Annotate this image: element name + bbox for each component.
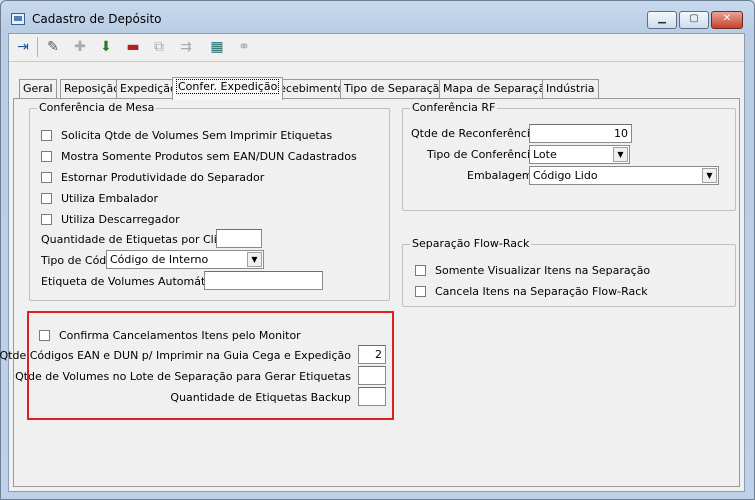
tab-panel: Conferência de Mesa Solicita Qtde de Vol… [13,98,740,487]
window-title: Cadastro de Depósito [32,12,162,26]
edit-icon[interactable]: ✎ [42,36,64,58]
title-bar[interactable]: Cadastro de Depósito ▁ ▢ ✕ [1,1,754,35]
tipo-conferencia-select[interactable]: Lote ▼ [529,145,630,164]
etiqueta-volumes-label: Etiqueta de Volumes Automáticos [41,275,227,288]
close-button[interactable]: ✕ [711,11,743,29]
toolbar: ⇥ ✎ ✚ ⬇ ▬ ⧉ ⇉ ▦ ⚭ [9,34,744,62]
save-icon[interactable]: ⬇ [95,36,117,58]
conferencia-rf-title: Conferência RF [410,101,498,114]
qtde-reconferencia-label: Qtde de Reconferência [411,127,537,140]
tab-geral[interactable]: Geral [19,79,57,98]
report-icon[interactable]: ▦ [206,36,228,58]
conferencia-rf-group: Conferência RF Qtde de Reconferência 10 … [402,101,736,211]
exit-icon[interactable]: ⇥ [12,36,34,58]
tab-industria[interactable]: Indústria [542,79,599,98]
highlight-box [27,311,394,420]
tipo-codigo-select[interactable]: Código de Interno ▼ [106,250,264,269]
embalagem-select[interactable]: Código Lido ▼ [529,166,719,185]
conferencia-mesa-group: Conferência de Mesa Solicita Qtde de Vol… [29,101,390,301]
checkbox-box[interactable] [41,193,52,204]
tab-tipo-separacao[interactable]: Tipo de Separação [340,79,451,98]
tab-confer-expedicao[interactable]: Confer. Expedição [172,77,284,100]
checkbox-box[interactable] [41,214,52,225]
conferencia-mesa-title: Conferência de Mesa [37,101,157,114]
flow-rack-group: Separação Flow-Rack Somente Visualizar I… [402,237,736,307]
maximize-button[interactable]: ▢ [679,11,709,29]
chevron-down-icon[interactable]: ▼ [247,252,262,267]
client-area: ⇥ ✎ ✚ ⬇ ▬ ⧉ ⇉ ▦ ⚭ Geral Reposição Expedi… [8,33,745,492]
app-window: Cadastro de Depósito ▁ ▢ ✕ ⇥ ✎ ✚ ⬇ ▬ ⧉ ⇉… [0,0,755,500]
transfer-icon[interactable]: ⇉ [175,36,197,58]
checkbox-box[interactable] [41,172,52,183]
checkbox-box[interactable] [415,265,426,276]
chevron-down-icon[interactable]: ▼ [702,168,717,183]
app-icon [11,13,25,25]
binoculars-icon[interactable]: ⚭ [233,36,255,58]
etiqueta-volumes-field[interactable] [204,271,323,290]
cancel-icon[interactable]: ▬ [122,36,144,58]
tab-reposicao[interactable]: Reposição [60,79,124,98]
minimize-button[interactable]: ▁ [647,11,677,29]
checkbox-box[interactable] [415,286,426,297]
chevron-down-icon[interactable]: ▼ [613,147,628,162]
tab-mapa-separacao[interactable]: Mapa de Separação [439,79,556,98]
qtde-reconferencia-field[interactable]: 10 [529,124,632,143]
qtd-etiquetas-field[interactable] [216,229,262,248]
checkbox-box[interactable] [41,151,52,162]
checkbox-box[interactable] [41,130,52,141]
tipo-conferencia-label: Tipo de Conferência [427,148,537,161]
embalagem-label: Embalagem [467,169,533,182]
new-record-icon[interactable]: ✚ [69,36,91,58]
flow-rack-title: Separação Flow-Rack [410,237,532,250]
copy-icon[interactable]: ⧉ [148,36,170,58]
qtd-etiquetas-label: Quantidade de Etiquetas por Cliente [41,233,242,246]
